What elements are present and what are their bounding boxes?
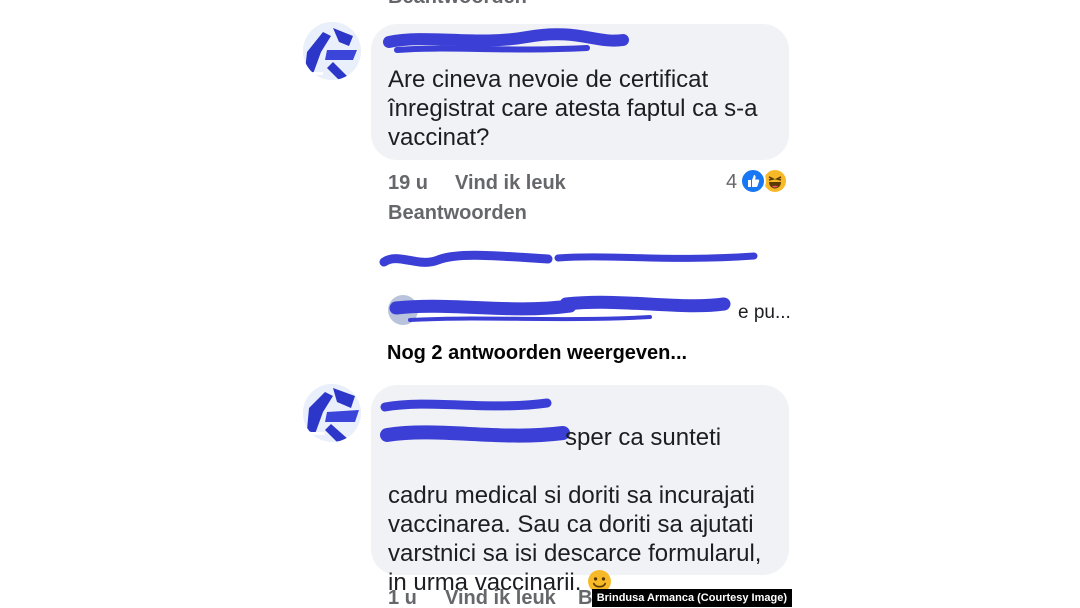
redacted-reply-preview	[389, 295, 731, 322]
comment-timestamp[interactable]: 1 u	[388, 587, 417, 608]
comment-text-body: cadru medical si doriti sa incurajati va…	[388, 482, 762, 596]
reaction-count: 4	[726, 171, 738, 193]
screenshot-stage: Beantwoorden Are cineva nevoie de certif…	[0, 0, 1080, 608]
commenter-avatar[interactable]	[303, 22, 361, 80]
like-icon	[740, 168, 766, 194]
redacted-author-name	[383, 28, 629, 53]
commenter-avatar[interactable]	[303, 384, 361, 442]
comment-text: Are cineva nevoie de certificat înregist…	[388, 66, 758, 151]
avatar-image	[303, 22, 361, 80]
reply-preview-snippet[interactable]: e pu...	[738, 302, 791, 324]
comment-text-first-line: sper ca sunteti	[565, 424, 722, 451]
avatar-image	[303, 384, 361, 442]
like-link[interactable]: Vind ik leuk	[445, 587, 556, 608]
reaction-summary[interactable]: 4	[726, 168, 790, 196]
comment-bubble: Are cineva nevoie de certificat înregist…	[371, 24, 789, 160]
image-credit: Brindusa Armanca (Courtesy Image)	[591, 589, 792, 607]
like-link[interactable]: Vind ik leuk	[455, 172, 566, 195]
redacted-reply-header	[379, 250, 758, 267]
view-more-replies-link[interactable]: Nog 2 antwoorden weergeven...	[387, 342, 687, 365]
top-reply-label[interactable]: Beantwoorden	[388, 0, 527, 9]
comment-text: cadru medical si doriti sa incurajati va…	[388, 452, 784, 597]
comment-bubble: sper ca sunteti cadru medical si doriti …	[371, 385, 789, 596]
redacted-author-name	[380, 398, 570, 443]
comment-timestamp[interactable]: 19 u	[388, 172, 428, 195]
reply-link[interactable]: Beantwoorden	[388, 202, 527, 225]
